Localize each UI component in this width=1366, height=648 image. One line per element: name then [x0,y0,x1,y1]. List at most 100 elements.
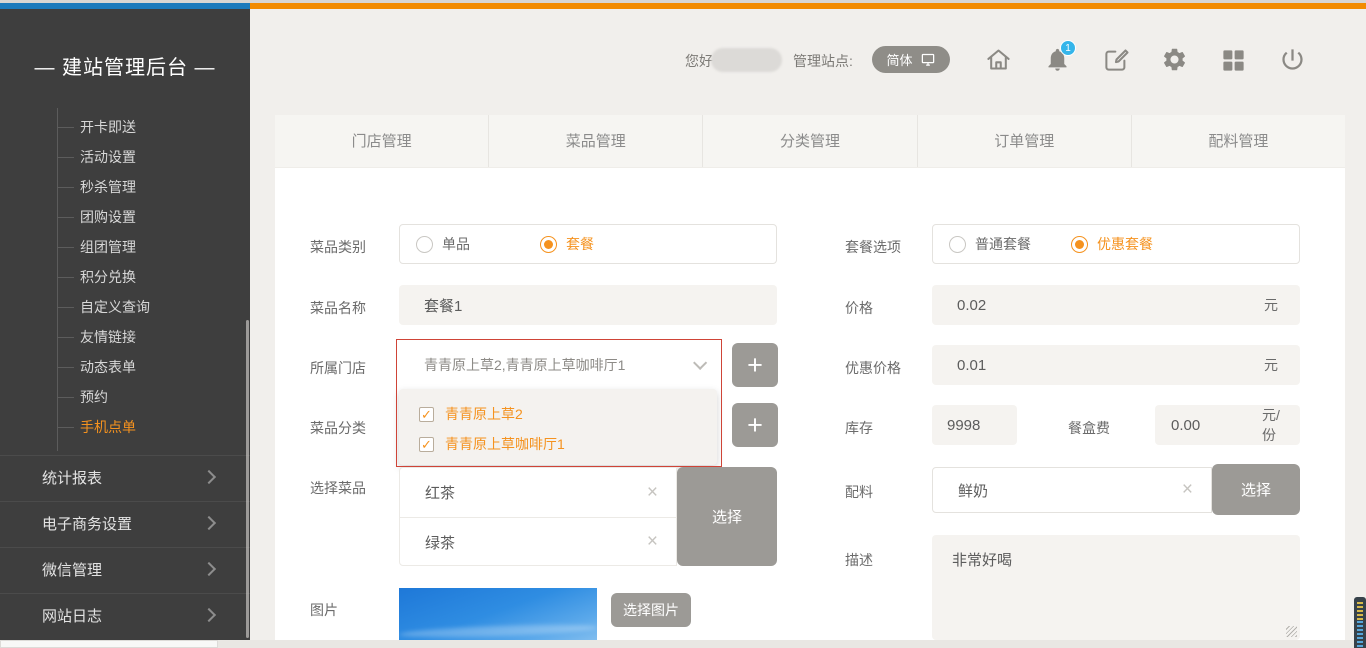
radio-icon [1071,236,1088,253]
tree-dash-icon [57,307,74,308]
discount-price-field-wrap: 元 [932,345,1300,385]
dish-type-radio-group: 单品 套餐 [399,224,777,264]
remove-ingredient-icon[interactable]: × [1182,479,1193,501]
tree-dash-icon [57,397,74,398]
combo-option-label: 套餐选项 [845,237,901,257]
tab-store-mgmt[interactable]: 门店管理 [275,115,488,167]
box-fee-unit: 元/份 [1262,405,1287,445]
sidebar-item-dynamic-form[interactable]: 动态表单 [0,352,250,382]
sidebar-item-booking[interactable]: 预约 [0,382,250,412]
select-dishes-button[interactable]: 选择 [677,467,777,566]
selected-dishes-list: 红茶 × 绿茶 × [399,467,677,566]
chevron-down-icon [693,356,707,370]
vertical-scrollbar-thumb[interactable] [1354,597,1366,648]
description-textarea[interactable]: 非常好喝 [932,535,1300,640]
apps-grid-icon[interactable] [1220,47,1247,74]
dish-class-label: 菜品分类 [310,418,366,438]
image-label: 图片 [310,600,338,620]
app-title: — 建站管理后台 — [0,51,250,80]
language-switch-button[interactable]: 简体 [872,46,950,73]
combo-option-radio-group: 普通套餐 优惠套餐 [932,224,1300,264]
horizontal-scrollbar-thumb[interactable] [0,640,218,648]
tree-dash-icon [57,157,74,158]
sidebar: — 建站管理后台 — 开卡即送 活动设置 秒杀管理 团购设置 组团管理 积分兑换… [0,9,250,640]
chevron-right-icon [202,516,216,530]
select-dishes-label: 选择菜品 [310,478,366,498]
box-fee-label: 餐盒费 [1068,418,1110,438]
radio-single-item[interactable]: 单品 [416,234,470,254]
tab-order-mgmt[interactable]: 订单管理 [917,115,1131,167]
select-ingredient-button[interactable]: 选择 [1212,464,1300,515]
radio-discount-combo[interactable]: 优惠套餐 [1071,234,1153,254]
tree-dash-icon [57,367,74,368]
textarea-resize-handle[interactable] [1286,626,1297,637]
tab-ingredient-mgmt[interactable]: 配料管理 [1131,115,1345,167]
ingredient-value: 鲜奶 [958,480,988,501]
chevron-right-icon [202,608,216,622]
radio-normal-combo[interactable]: 普通套餐 [949,234,1031,254]
site-label: 管理站点: [793,51,853,71]
remove-dish-icon[interactable]: × [647,531,658,553]
sidebar-item-points[interactable]: 积分兑换 [0,262,250,292]
checkbox-checked-icon[interactable]: ✓ [419,407,434,422]
discount-price-input[interactable] [957,357,1264,374]
dish-category-type-label: 菜品类别 [310,237,366,257]
box-fee-input[interactable] [1171,417,1262,434]
sidebar-item-group-mgmt[interactable]: 组团管理 [0,232,250,262]
sidebar-item-custom-query[interactable]: 自定义查询 [0,292,250,322]
remove-dish-icon[interactable]: × [647,482,658,504]
store-select-value: 青青原上草2,青青原上草咖啡厅1 [424,355,625,375]
chevron-right-icon [202,470,216,484]
sidebar-scrollbar[interactable] [246,320,249,638]
ingredient-label: 配料 [845,482,873,502]
checkbox-checked-icon[interactable]: ✓ [419,437,434,452]
dish-name-label: 菜品名称 [310,298,366,318]
selected-dish-row: 绿茶 × [400,517,676,566]
store-option-2[interactable]: ✓ 青青原上草咖啡厅1 [419,429,717,459]
add-store-button[interactable]: + [732,343,778,387]
sidebar-menu: 开卡即送 活动设置 秒杀管理 团购设置 组团管理 积分兑换 自定义查询 友情链接… [0,112,250,442]
sidebar-group-site-log[interactable]: 网站日志 [0,593,250,639]
sidebar-item-activity-settings[interactable]: 活动设置 [0,142,250,172]
gear-icon[interactable] [1161,46,1188,73]
tab-bar: 门店管理 菜品管理 分类管理 订单管理 配料管理 [275,115,1345,168]
selected-dish-row: 红茶 × [400,468,676,517]
stock-input[interactable] [947,417,1002,434]
ingredient-field-wrap: 鲜奶 × [932,467,1212,513]
edit-icon[interactable] [1103,46,1130,73]
home-icon[interactable] [985,46,1012,73]
radio-combo[interactable]: 套餐 [540,234,594,254]
top-bar-orange [250,3,1366,9]
store-dropdown-panel: ✓ 青青原上草2 ✓ 青青原上草咖啡厅1 [399,389,717,465]
choose-image-button[interactable]: 选择图片 [611,593,691,627]
add-dish-class-button[interactable]: + [732,403,778,447]
discount-price-unit: 元 [1264,355,1278,375]
price-input[interactable] [957,297,1264,314]
price-unit: 元 [1264,295,1278,315]
tree-dash-icon [57,127,74,128]
greeting-text: 您好 [685,51,713,71]
sidebar-group-reports[interactable]: 统计报表 [0,455,250,501]
store-select[interactable]: 青青原上草2,青青原上草咖啡厅1 [399,345,717,385]
sidebar-item-card-gift[interactable]: 开卡即送 [0,112,250,142]
sidebar-item-groupbuy[interactable]: 团购设置 [0,202,250,232]
sidebar-item-mobile-ordering[interactable]: 手机点单 [0,412,250,442]
dish-name-input[interactable] [424,297,752,314]
user-name-redacted [711,48,782,72]
store-option-1[interactable]: ✓ 青青原上草2 [419,399,717,429]
sidebar-item-seckill[interactable]: 秒杀管理 [0,172,250,202]
sidebar-group-wechat[interactable]: 微信管理 [0,547,250,593]
tree-dash-icon [57,427,74,428]
sidebar-group-ecommerce[interactable]: 电子商务设置 [0,501,250,547]
description-label: 描述 [845,550,873,570]
power-icon[interactable] [1279,46,1306,73]
price-field-wrap: 元 [932,285,1300,325]
store-label: 所属门店 [310,358,366,378]
tab-dish-mgmt[interactable]: 菜品管理 [488,115,702,167]
discount-price-label: 优惠价格 [845,358,901,378]
box-fee-field-wrap: 元/份 [1155,405,1300,445]
radio-icon [416,236,433,253]
sidebar-item-links[interactable]: 友情链接 [0,322,250,352]
tree-dash-icon [57,187,74,188]
tab-category-mgmt[interactable]: 分类管理 [702,115,916,167]
